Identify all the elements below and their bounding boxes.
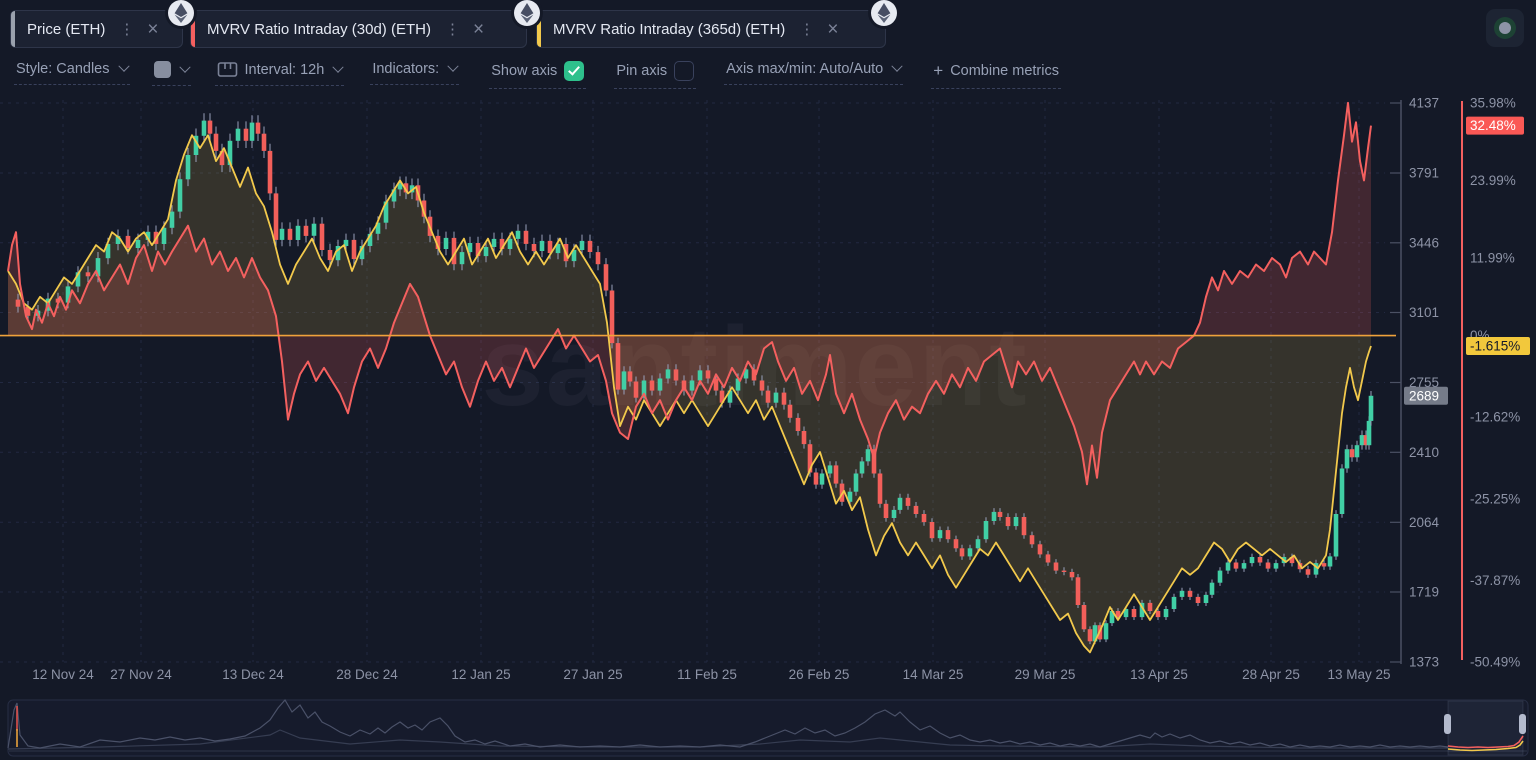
plus-icon: + bbox=[933, 61, 943, 81]
chart-toolbar: Style: Candles Interval: 12h Indicators:… bbox=[0, 56, 1536, 92]
style-selector[interactable]: Style: Candles bbox=[14, 56, 130, 85]
pin-axis-label: Pin axis bbox=[616, 63, 667, 79]
recording-dot-icon bbox=[1499, 22, 1511, 34]
pin-axis-checkbox[interactable] bbox=[674, 61, 694, 81]
tab-close-icon[interactable]: × bbox=[147, 20, 158, 39]
tab-menu-icon[interactable]: ⋮ bbox=[799, 20, 815, 38]
tab-menu-icon[interactable]: ⋮ bbox=[119, 20, 135, 38]
santiment-chart-app: santiment4137379134463101275524102064171… bbox=[0, 0, 1536, 760]
tab-label: MVRV Ratio Intraday (30d) (ETH) bbox=[207, 21, 431, 38]
pin-axis-toggle[interactable]: Pin axis bbox=[614, 56, 696, 89]
color-swatch-selector[interactable] bbox=[152, 56, 191, 86]
combine-metrics-button[interactable]: + Combine metrics bbox=[931, 56, 1061, 89]
indicators-label: Indicators: bbox=[372, 61, 439, 77]
indicators-selector[interactable]: Indicators: bbox=[370, 56, 459, 85]
tab-close-icon[interactable]: × bbox=[473, 20, 484, 39]
color-swatch bbox=[154, 61, 171, 78]
tab-mvrv-30d[interactable]: MVRV Ratio Intraday (30d) (ETH) ⋮ × bbox=[190, 10, 527, 48]
recording-status-button[interactable] bbox=[1486, 9, 1524, 47]
combine-metrics-label: Combine metrics bbox=[950, 63, 1059, 79]
tab-close-icon[interactable]: × bbox=[827, 20, 838, 39]
interval-selector[interactable]: Interval: 12h bbox=[215, 56, 345, 86]
navigator-handle-right[interactable] bbox=[1519, 714, 1526, 734]
interval-icon bbox=[217, 61, 238, 78]
axis-maxmin-selector[interactable]: Axis max/min: Auto/Auto bbox=[724, 56, 903, 85]
show-axis-toggle[interactable]: Show axis bbox=[489, 56, 586, 89]
show-axis-label: Show axis bbox=[491, 63, 557, 79]
recording-ring-icon bbox=[1494, 17, 1516, 39]
navigator-handle-left[interactable] bbox=[1444, 714, 1451, 734]
chevron-down-icon bbox=[892, 61, 903, 72]
timeline-navigator[interactable] bbox=[0, 0, 1536, 760]
tab-accent-bar bbox=[11, 11, 15, 47]
chevron-down-icon bbox=[179, 61, 190, 72]
tab-menu-icon[interactable]: ⋮ bbox=[445, 20, 461, 38]
chevron-down-icon bbox=[448, 61, 459, 72]
eth-logo-icon bbox=[514, 0, 540, 26]
eth-logo-icon bbox=[871, 0, 897, 26]
axis-maxmin-label: Axis max/min: Auto/Auto bbox=[726, 61, 883, 77]
show-axis-checkbox[interactable] bbox=[564, 61, 584, 81]
interval-label: Interval: 12h bbox=[245, 62, 325, 78]
chevron-down-icon bbox=[118, 61, 129, 72]
tab-mvrv-365d[interactable]: MVRV Ratio Intraday (365d) (ETH) ⋮ × bbox=[536, 10, 886, 48]
tab-price-eth[interactable]: Price (ETH) ⋮ × bbox=[10, 10, 183, 48]
eth-logo-icon bbox=[168, 0, 194, 26]
metric-tabs-bar: Price (ETH) ⋮ × MVRV Ratio Intraday (30d… bbox=[0, 0, 1536, 56]
style-label: Style: Candles bbox=[16, 61, 110, 77]
tab-label: MVRV Ratio Intraday (365d) (ETH) bbox=[553, 21, 785, 38]
chevron-down-icon bbox=[333, 61, 344, 72]
tab-label: Price (ETH) bbox=[27, 21, 105, 38]
